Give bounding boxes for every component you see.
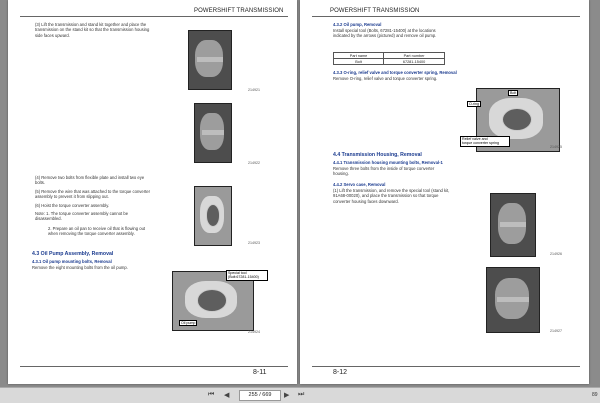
section-4-3-title: 4.3 Oil Pump Assembly, Removal: [32, 251, 114, 257]
figure-transmission-lift: [490, 193, 536, 257]
page-number: 8-12: [333, 369, 348, 376]
callout-relief-valve: Relief valve and torque converter spring: [460, 136, 510, 147]
footer-rule: [20, 366, 288, 367]
figure-transmission-stand: [188, 30, 232, 90]
callout-oil-pump: Oil pump: [179, 320, 198, 327]
step-4-text: (4) Remove two bolts from flexible plate…: [35, 175, 145, 186]
figure-id-214921: 214921: [248, 88, 260, 92]
section-4-3-3-text: Remove O-ring, relief valve and torque c…: [333, 76, 438, 81]
page-header-title: POWERSHIFT TRANSMISSION: [330, 8, 420, 14]
callout-bolt: Bolt: [508, 90, 519, 97]
figure-id-214927: 214927: [550, 329, 562, 333]
parts-table: Part name Part number Bolt 67281-15400: [332, 52, 445, 65]
section-4-4-1-title: 4.4.1 Transmission housing mounting bolt…: [333, 160, 443, 165]
table-cell: 67281-15400: [383, 58, 445, 65]
section-4-3-3-title: 4.3.3 O-ring, relief valve and torque co…: [333, 70, 457, 75]
figure-transmission-housing: [486, 267, 540, 333]
figure-id-214922: 214922: [248, 161, 260, 165]
page-left: POWERSHIFT TRANSMISSION (3) Lift the tra…: [8, 0, 297, 384]
zoom-level[interactable]: 89: [592, 392, 598, 398]
page-header-title: POWERSHIFT TRANSMISSION: [194, 8, 284, 14]
previous-page-button[interactable]: ◀: [224, 391, 229, 399]
section-4-3-2-text: Install special tool (Bolts, 67281-15400…: [333, 28, 437, 39]
section-4-3-2-title: 4.3.2 Oil pump, Removal: [333, 22, 382, 27]
document-viewer: POWERSHIFT TRANSMISSION (3) Lift the tra…: [0, 0, 600, 387]
section-4-3-1-title: 4.3.1 Oil pump mounting bolts, Removal: [32, 259, 112, 264]
navigation-toolbar: ⏮ ◀ 255 / 669 ▶ ⏭ 89: [0, 387, 600, 403]
page-number-input[interactable]: 255 / 669: [239, 390, 281, 401]
figure-id-214926: 214926: [550, 252, 562, 256]
callout-special-tool: Special tool (Bolt:67281-15400): [226, 270, 268, 281]
header-rule: [20, 16, 288, 17]
figure-transmission-upright: [194, 103, 232, 163]
section-4-4-1-text: Remove three bolts from the inside of to…: [333, 166, 435, 177]
note-1-text: Note: 1. The torque converter assembly c…: [35, 211, 129, 222]
section-4-4-2-text: (1) Lift the transmission, and remove th…: [333, 188, 450, 204]
page-number: 8-11: [253, 369, 267, 376]
page-right: POWERSHIFT TRANSMISSION 4.3.2 Oil pump, …: [300, 0, 589, 384]
figure-id-214925: 214925: [550, 145, 562, 149]
next-page-button[interactable]: ▶: [284, 391, 289, 399]
figure-id-214924: 214924: [248, 330, 260, 334]
step-3-text: (3) Lift the transmission and stand kit …: [35, 22, 150, 38]
section-4-4-title: 4.4 Transmission Housing, Removal: [333, 152, 422, 158]
step-5-text: (5) Remove the wire that was attached to…: [35, 189, 150, 200]
table-cell: Bolt: [332, 58, 385, 65]
header-rule: [312, 16, 580, 17]
footer-rule: [312, 366, 580, 367]
first-page-button[interactable]: ⏮: [208, 391, 214, 399]
table-row: Bolt 67281-15400: [332, 58, 445, 65]
last-page-button[interactable]: ⏭: [298, 391, 304, 399]
section-4-4-2-title: 4.4.2 Servo case, Removal: [333, 182, 386, 187]
callout-o-ring: O-ring: [467, 101, 481, 108]
figure-id-214923: 214923: [248, 241, 260, 245]
figure-torque-converter-hoist: [194, 186, 232, 246]
section-4-3-1-text: Remove the eight mounting bolts from the…: [32, 265, 128, 270]
note-2-text: 2. Prepare an oil pan to receive oil tha…: [48, 226, 146, 237]
step-6-text: (6) Hoist the torque converter assembly.: [35, 203, 110, 208]
